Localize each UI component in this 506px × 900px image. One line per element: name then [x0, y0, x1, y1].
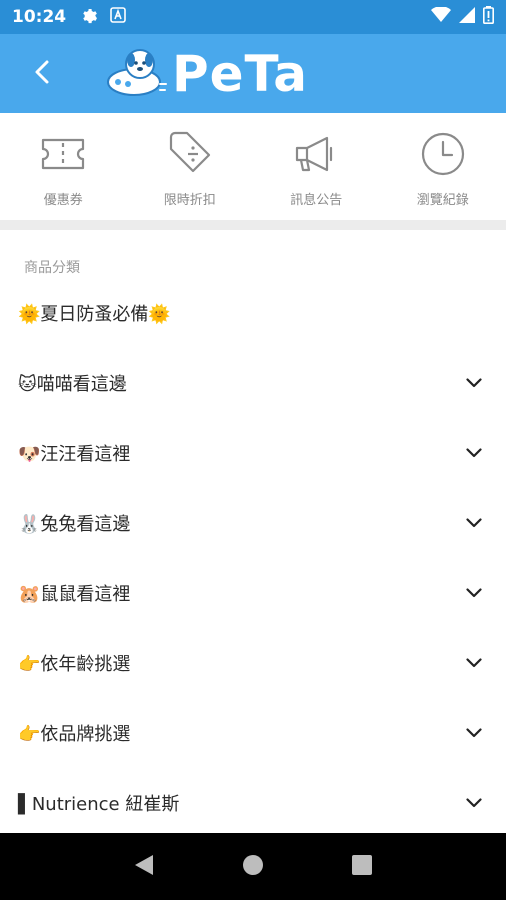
category-section: 商品分類 🌞夏日防蚤必備🌞 🐱喵喵看這邊 🐶汪汪看這裡 🐰兔兔看這邊 🐹鼠鼠看這…	[0, 230, 506, 833]
quick-actions: 優惠券 限時折扣 訊息公告 瀏覽紀錄	[0, 113, 506, 220]
category-label: 🐰兔兔看這邊	[18, 514, 131, 535]
category-item[interactable]: 🐶汪汪看這裡	[0, 418, 506, 488]
megaphone-icon	[291, 129, 341, 179]
tag-icon	[165, 129, 215, 179]
home-circle-icon	[242, 854, 264, 880]
app-logo: PeTa	[104, 44, 308, 104]
system-nav-bar	[0, 833, 506, 900]
chevron-down-icon	[464, 723, 484, 743]
category-item[interactable]: 🐱喵喵看這邊	[0, 348, 506, 418]
category-item[interactable]: 👉依品牌挑選	[0, 698, 506, 768]
quick-action-label: 訊息公告	[290, 193, 343, 208]
quick-action-label: 限時折扣	[163, 193, 216, 208]
quick-action-announcement[interactable]: 訊息公告	[253, 113, 380, 220]
section-divider	[0, 220, 506, 230]
nav-back-button[interactable]	[124, 847, 164, 887]
quick-action-coupon[interactable]: 優惠券	[0, 113, 127, 220]
ticket-icon	[38, 129, 88, 179]
recents-square-icon	[351, 854, 373, 880]
quick-action-history[interactable]: 瀏覽紀錄	[380, 113, 506, 220]
category-label: 👉依年齡挑選	[18, 654, 131, 675]
category-label: 👉依品牌挑選	[18, 724, 131, 745]
quick-action-discount[interactable]: 限時折扣	[127, 113, 254, 220]
wifi-icon	[431, 6, 451, 27]
status-bar: 10:24	[0, 0, 506, 34]
category-item[interactable]: 🌞夏日防蚤必備🌞	[0, 278, 506, 348]
quick-action-label: 瀏覽紀錄	[416, 193, 469, 208]
category-label: 🐶汪汪看這裡	[18, 444, 131, 465]
category-label: 🌞夏日防蚤必備🌞	[18, 304, 171, 325]
clock-icon	[418, 129, 468, 179]
category-item[interactable]: 👉依年齡挑選	[0, 628, 506, 698]
chevron-left-icon	[33, 59, 51, 89]
app-bar: PeTa	[0, 34, 506, 113]
back-button[interactable]	[12, 44, 72, 104]
chevron-down-icon	[464, 373, 484, 393]
chevron-down-icon	[464, 583, 484, 603]
a-badge-icon	[110, 7, 126, 27]
category-item[interactable]: ▌Nutrience 紐崔斯	[0, 768, 506, 833]
chevron-down-icon	[464, 793, 484, 813]
category-item[interactable]: 🐹鼠鼠看這裡	[0, 558, 506, 628]
dog-rocket-mascot-icon	[104, 44, 168, 104]
chevron-down-icon	[464, 513, 484, 533]
category-item[interactable]: 🐰兔兔看這邊	[0, 488, 506, 558]
signal-icon	[459, 7, 475, 27]
section-title: 商品分類	[24, 260, 80, 276]
nav-home-button[interactable]	[233, 847, 273, 887]
chevron-down-icon	[464, 653, 484, 673]
category-label: 🐱喵喵看這邊	[18, 374, 127, 395]
gear-icon	[80, 6, 98, 28]
quick-action-label: 優惠券	[43, 193, 83, 208]
back-triangle-icon	[133, 853, 155, 881]
battery-icon	[483, 6, 494, 28]
category-label: ▌Nutrience 紐崔斯	[18, 794, 180, 815]
chevron-down-icon	[464, 443, 484, 463]
nav-recents-button[interactable]	[342, 847, 382, 887]
status-time: 10:24	[12, 7, 67, 27]
category-label: 🐹鼠鼠看這裡	[18, 584, 131, 605]
logo-text: PeTa	[172, 44, 308, 103]
